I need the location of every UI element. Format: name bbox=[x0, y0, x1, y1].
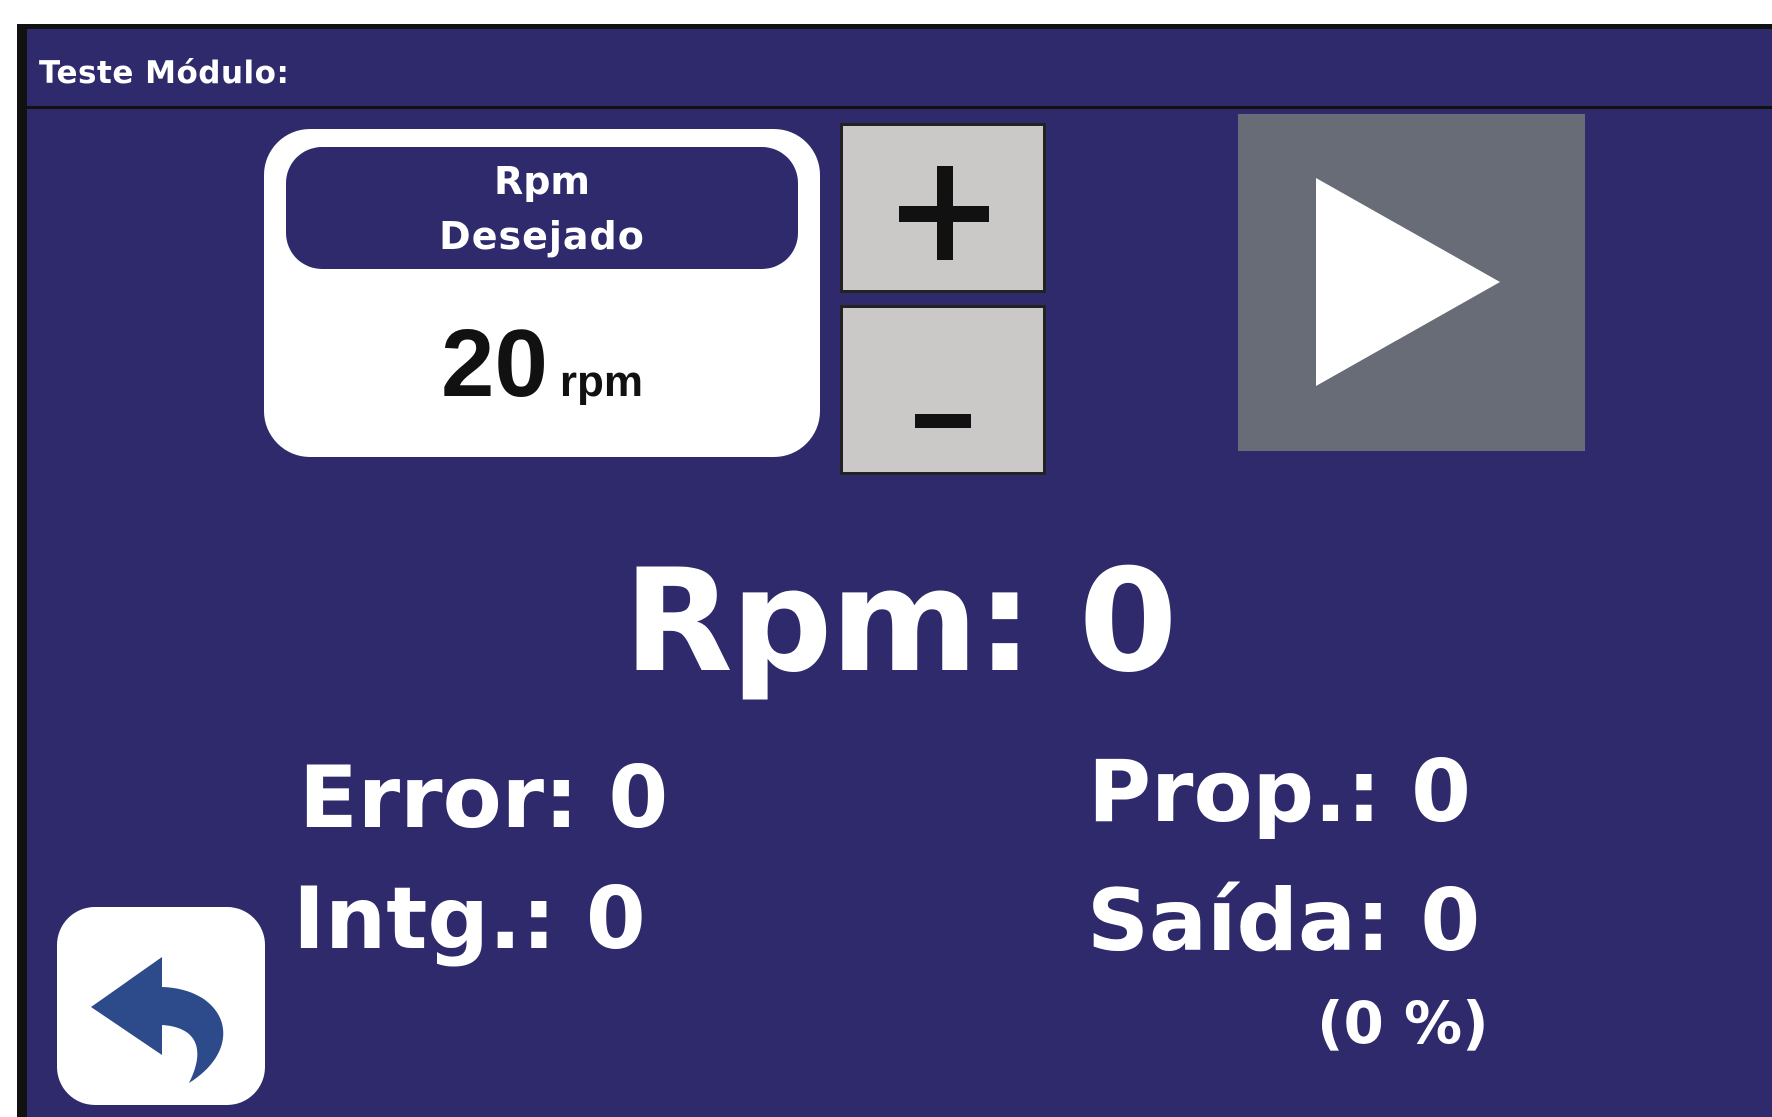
setpoint-value: 20 bbox=[441, 310, 548, 417]
screen: Teste Módulo: Rpm Desejado 20 rpm Rpm: 0 … bbox=[17, 24, 1772, 1117]
title-bar: Teste Módulo: bbox=[27, 29, 1772, 109]
undo-arrow-icon bbox=[91, 957, 224, 1083]
minus-icon bbox=[915, 414, 971, 428]
setpoint-header: Rpm Desejado bbox=[286, 147, 798, 269]
error-readout: Error: 0 bbox=[299, 748, 669, 848]
back-button[interactable] bbox=[57, 907, 265, 1105]
play-button[interactable] bbox=[1238, 114, 1585, 451]
output-readout: Saída: 0 bbox=[1087, 871, 1481, 971]
setpoint-label-line1: Rpm bbox=[493, 159, 591, 203]
proportional-readout: Prop.: 0 bbox=[1088, 742, 1471, 842]
setpoint-card: Rpm Desejado 20 rpm bbox=[264, 129, 820, 457]
output-percent: (0 %) bbox=[1317, 989, 1489, 1057]
setpoint-label-line2: Desejado bbox=[439, 214, 645, 258]
page-title: Teste Módulo: bbox=[39, 55, 290, 91]
setpoint-unit: rpm bbox=[559, 357, 643, 406]
plus-icon-vertical bbox=[937, 166, 953, 260]
play-icon bbox=[1316, 178, 1500, 386]
rpm-readout: Rpm: 0 bbox=[623, 539, 1178, 704]
decrement-button[interactable] bbox=[840, 305, 1046, 475]
increment-button[interactable] bbox=[840, 123, 1046, 293]
integral-readout: Intg.: 0 bbox=[293, 869, 646, 969]
setpoint-value-display[interactable]: 20 rpm bbox=[264, 309, 820, 419]
